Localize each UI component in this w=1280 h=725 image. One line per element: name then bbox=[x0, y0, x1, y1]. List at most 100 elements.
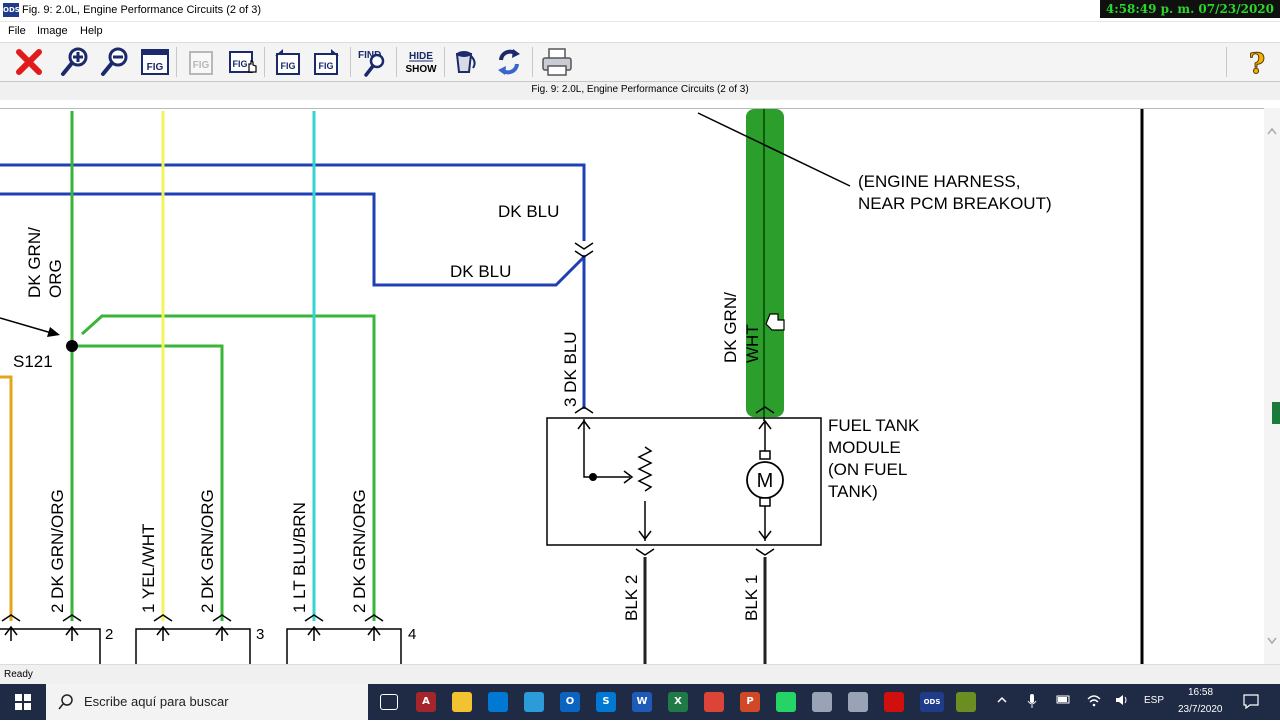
find-icon: FIND bbox=[358, 50, 385, 77]
windows-logo-icon bbox=[15, 694, 31, 710]
close-red-x-icon bbox=[16, 49, 42, 75]
label-c2-pin2: 2 DK GRN/ORG bbox=[198, 489, 217, 613]
label-dk-grn-org-top-1: DK GRN/ bbox=[25, 227, 44, 298]
search-placeholder: Escribe aquí para buscar bbox=[84, 694, 229, 709]
mail-icon[interactable] bbox=[488, 692, 508, 712]
access-icon[interactable]: A bbox=[416, 692, 436, 712]
autocad-icon[interactable] bbox=[848, 692, 868, 712]
label-blk-2: BLK 2 bbox=[622, 575, 641, 621]
chrome-icon[interactable] bbox=[704, 692, 724, 712]
pin-icon[interactable] bbox=[812, 692, 832, 712]
toolbar: FIG FIG FIG FIG FIG FIND HIDE SHOW ? bbox=[0, 42, 1280, 82]
label-conn-4: 4 bbox=[408, 626, 416, 643]
chevron-up-icon[interactable] bbox=[996, 694, 1008, 709]
tray-date[interactable]: 23/7/2020 bbox=[1178, 704, 1223, 715]
paint-button[interactable] bbox=[448, 45, 482, 79]
figure-caption: Fig. 9: 2.0L, Engine Performance Circuit… bbox=[531, 84, 749, 95]
label-c1-pin2: 2 DK GRN/ORG bbox=[48, 489, 67, 613]
paint-bucket-icon bbox=[455, 51, 476, 73]
label-dk-grn-wht-2: WHT bbox=[743, 324, 762, 363]
help-icon: ? bbox=[1248, 47, 1265, 79]
zoom-out-button[interactable] bbox=[98, 45, 132, 79]
search-icon bbox=[58, 694, 73, 710]
language-indicator[interactable]: ESP bbox=[1144, 695, 1164, 706]
volume-icon[interactable] bbox=[1114, 693, 1130, 710]
diagram-canvas[interactable]: DK BLU DK BLU 3 DK BLU DK GRN/ ORG S121 … bbox=[0, 108, 1264, 664]
excel-icon[interactable]: X bbox=[668, 692, 688, 712]
find-button[interactable]: FIND bbox=[356, 45, 390, 79]
file-explorer-icon[interactable] bbox=[452, 692, 472, 712]
app-icon[interactable] bbox=[956, 692, 976, 712]
label-dk-grn-org-top-2: ORG bbox=[46, 259, 65, 298]
zoom-in-icon bbox=[61, 47, 88, 76]
taskbar: Escribe aquí para buscar A O S W X P ODS ESP 1… bbox=[0, 684, 1280, 720]
notifications-icon[interactable] bbox=[1242, 693, 1260, 712]
label-conn-3: 3 bbox=[256, 626, 264, 643]
menu-help[interactable]: Help bbox=[80, 25, 103, 37]
fig-disabled-button[interactable]: FIG bbox=[184, 45, 218, 79]
help-label: ? bbox=[1249, 47, 1265, 78]
wire-orange bbox=[0, 375, 13, 621]
task-view-icon[interactable] bbox=[380, 694, 398, 710]
label-fuel-tank-3: (ON FUEL bbox=[828, 460, 907, 479]
fig-next-icon: FIG bbox=[314, 49, 339, 75]
fig-hand-button[interactable]: FIG bbox=[226, 45, 260, 79]
label-engine-harness-2: NEAR PCM BREAKOUT) bbox=[858, 194, 1052, 213]
fig-hand-icon: FIG bbox=[229, 51, 257, 73]
hide-show-icon: HIDE SHOW bbox=[405, 51, 437, 75]
vertical-scrollbar[interactable] bbox=[1264, 108, 1280, 664]
mail-alt-icon[interactable] bbox=[524, 692, 544, 712]
fig-next-button[interactable]: FIG bbox=[310, 45, 344, 79]
figure-caption-bar: Fig. 9: 2.0L, Engine Performance Circuit… bbox=[0, 82, 1280, 100]
fig-label: FIG bbox=[233, 59, 248, 69]
outlook-icon[interactable]: O bbox=[560, 692, 580, 712]
microphone-icon[interactable] bbox=[1026, 693, 1038, 712]
fig-prev-button[interactable]: FIG bbox=[270, 45, 304, 79]
wire-dk-grn-org-branch2 bbox=[80, 314, 376, 621]
refresh-button[interactable] bbox=[492, 45, 526, 79]
zoom-in-button[interactable] bbox=[58, 45, 92, 79]
menu-file[interactable]: File bbox=[8, 25, 26, 37]
powerpoint-icon[interactable]: P bbox=[740, 692, 760, 712]
fig-disabled-icon: FIG bbox=[189, 51, 213, 75]
menu-image[interactable]: Image bbox=[37, 25, 68, 37]
skype-icon[interactable]: S bbox=[596, 692, 616, 712]
whatsapp-icon[interactable] bbox=[776, 692, 796, 712]
app-icon: ODS bbox=[3, 3, 20, 17]
close-button[interactable] bbox=[12, 45, 46, 79]
word-icon[interactable]: W bbox=[632, 692, 652, 712]
show-label: SHOW bbox=[405, 64, 437, 75]
label-c3-pin1: 1 LT BLU/BRN bbox=[290, 502, 309, 613]
start-button[interactable] bbox=[0, 684, 46, 720]
hide-show-button[interactable]: HIDE SHOW bbox=[402, 45, 440, 79]
label-dk-blu-3: 3 DK BLU bbox=[561, 331, 580, 407]
help-button[interactable]: ? bbox=[1240, 45, 1274, 79]
printer-icon bbox=[542, 48, 572, 76]
label-engine-harness-1: (ENGINE HARNESS, bbox=[858, 172, 1020, 191]
pdf-icon[interactable] bbox=[884, 692, 904, 712]
zoom-out-icon bbox=[101, 47, 128, 76]
refresh-icon bbox=[498, 49, 520, 75]
clock-display: 4:58:49 p. m. 07/23/2020 bbox=[1099, 0, 1280, 18]
label-conn-2: 2 bbox=[105, 626, 113, 643]
fig-button[interactable]: FIG bbox=[138, 45, 172, 79]
print-button[interactable] bbox=[540, 45, 574, 79]
fig-label: FIG bbox=[319, 61, 334, 71]
title-bar: ODS Fig. 9: 2.0L, Engine Performance Cir… bbox=[0, 0, 1280, 22]
label-dk-blu-2: DK BLU bbox=[450, 262, 511, 281]
tray-time[interactable]: 16:58 bbox=[1188, 687, 1213, 698]
label-c3-pin2: 2 DK GRN/ORG bbox=[350, 489, 369, 613]
fig-icon: FIG bbox=[141, 49, 169, 75]
wifi-icon[interactable] bbox=[1086, 693, 1102, 710]
taskbar-search[interactable]: Escribe aquí para buscar bbox=[46, 684, 368, 720]
label-fuel-tank-2: MODULE bbox=[828, 438, 901, 457]
ods-icon[interactable]: ODS bbox=[920, 692, 944, 712]
scrollbar-arrows bbox=[1267, 127, 1280, 645]
status-bar: Ready bbox=[0, 664, 1280, 684]
wire-dk-blu-1 bbox=[0, 163, 586, 241]
label-motor: M bbox=[757, 470, 774, 492]
label-s121: S121 bbox=[13, 352, 53, 371]
battery-icon[interactable] bbox=[1056, 694, 1072, 709]
connector-4 bbox=[286, 614, 402, 664]
hide-label: HIDE bbox=[409, 51, 433, 62]
